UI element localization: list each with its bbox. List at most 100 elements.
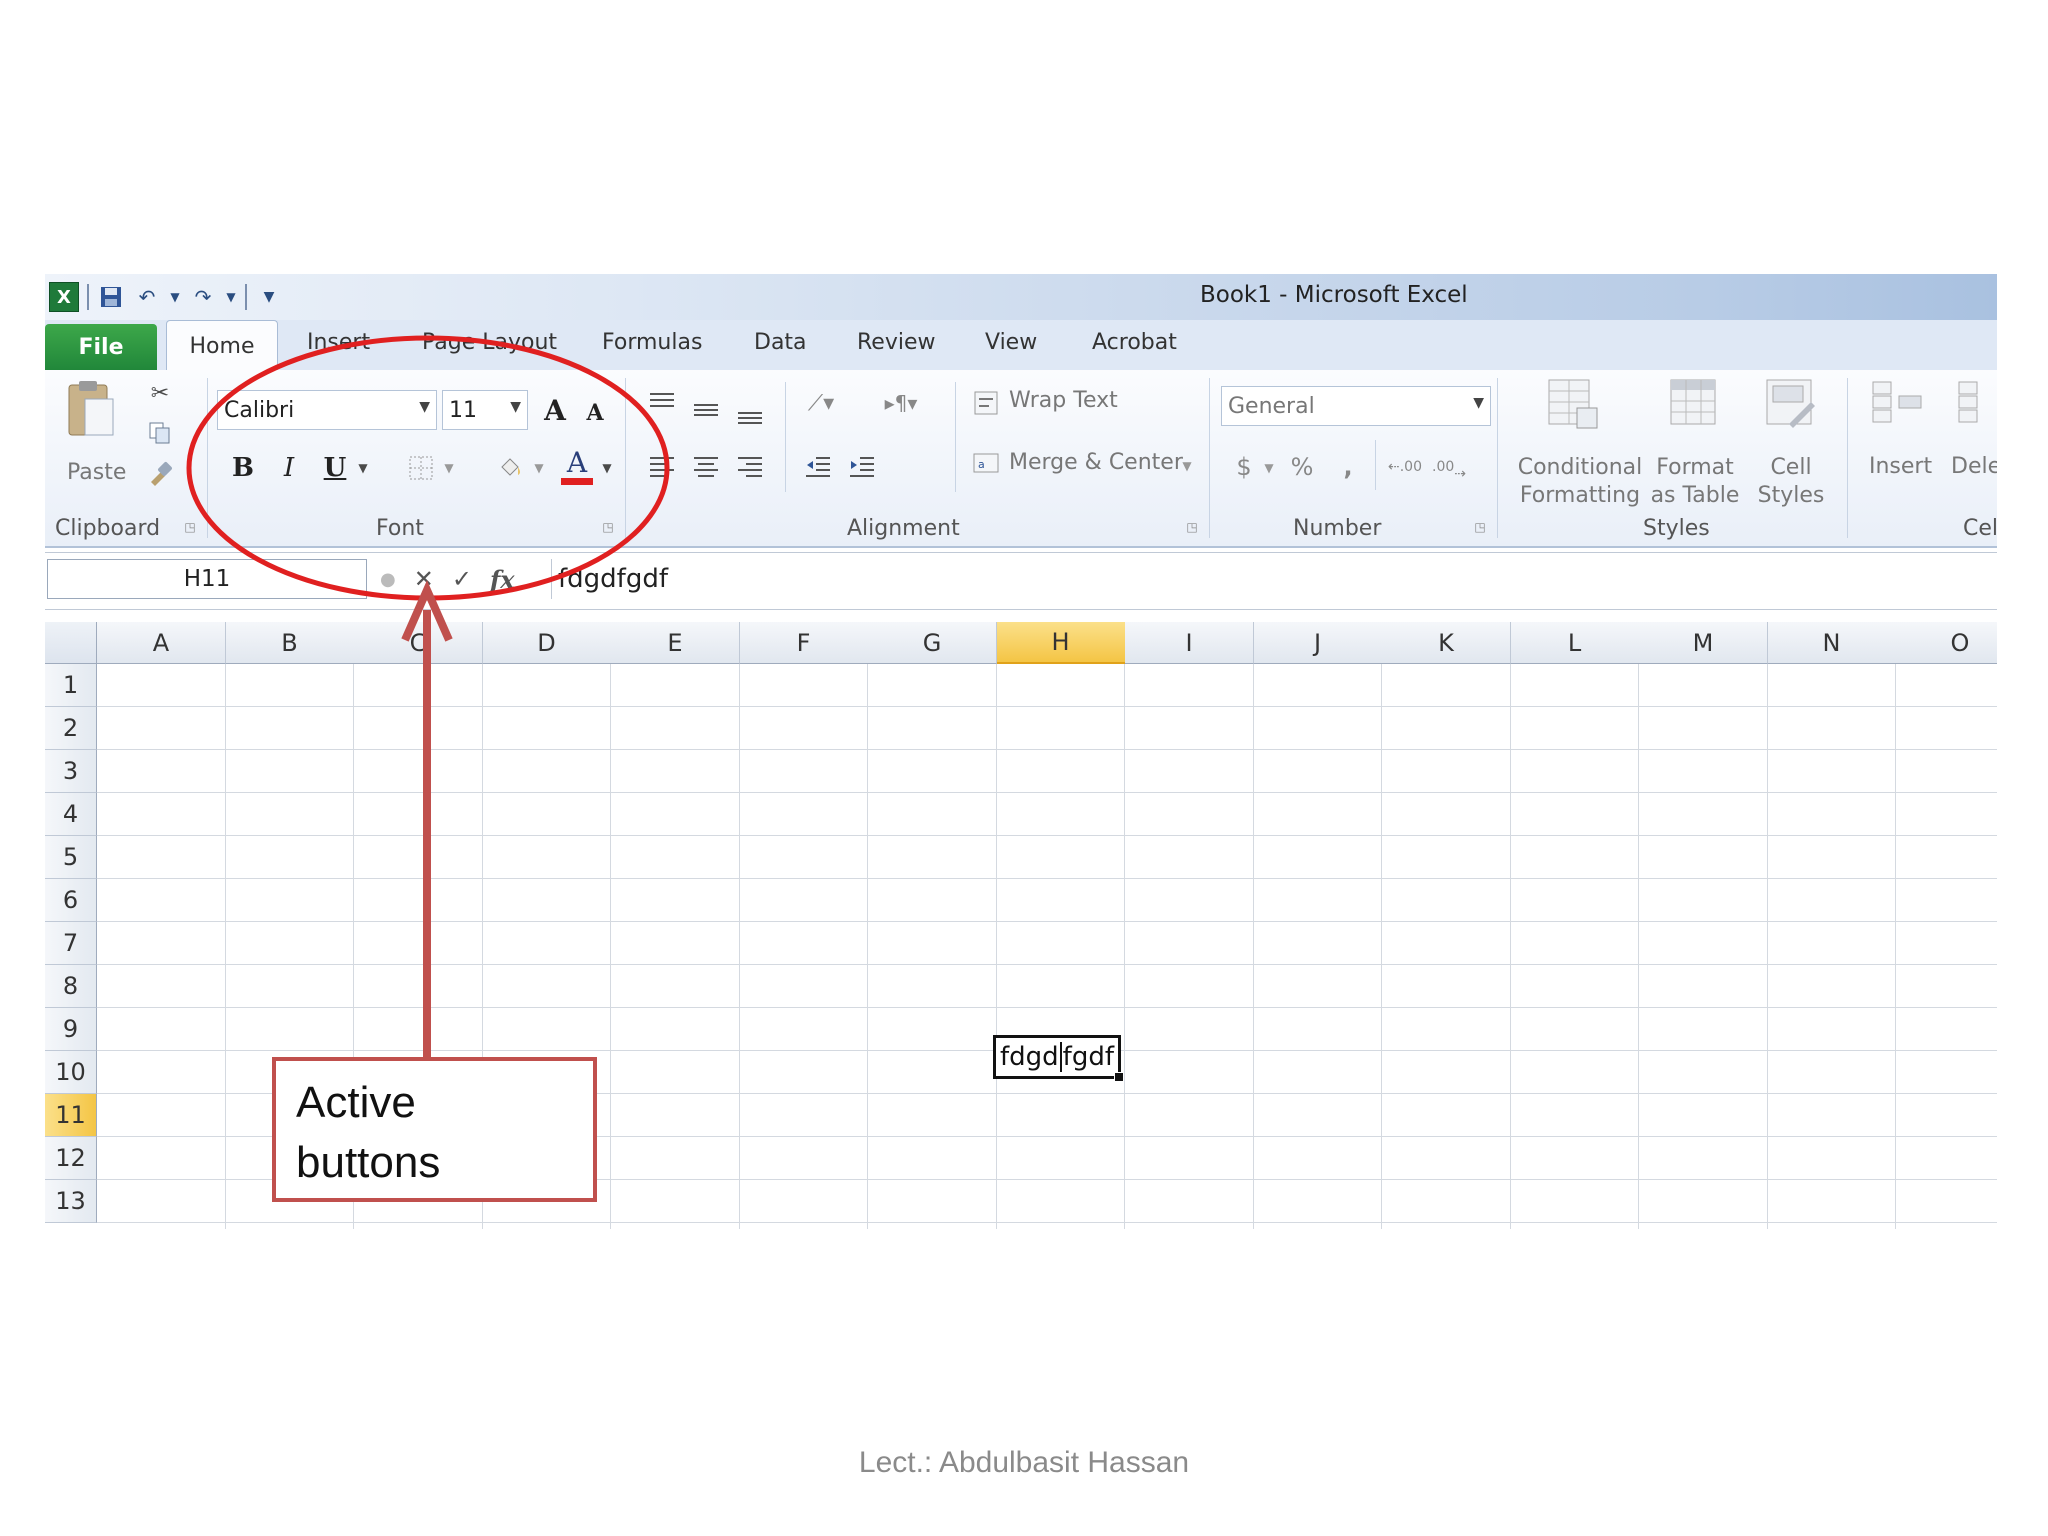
column-header-g[interactable]: G <box>868 622 997 664</box>
row-header-6[interactable]: 6 <box>45 879 97 922</box>
row-header-8[interactable]: 8 <box>45 965 97 1008</box>
conditional-formatting-label[interactable]: Conditional Formatting <box>1515 454 1645 510</box>
cell-styles-label[interactable]: Cell Styles <box>1753 454 1829 510</box>
row-header-10[interactable]: 10 <box>45 1051 97 1094</box>
insert-function-icon[interactable]: fx <box>490 565 515 594</box>
increase-decimal-button[interactable]: ⇠ .00 <box>1385 450 1425 484</box>
chevron-down-icon[interactable]: ▼ <box>1473 395 1484 411</box>
row-header-11[interactable]: 11 <box>45 1094 97 1137</box>
chevron-down-icon[interactable]: ▼ <box>419 399 430 415</box>
insert-cells-icon[interactable] <box>1867 374 1927 434</box>
fill-color-icon[interactable] <box>493 450 529 486</box>
merge-center-icon[interactable]: a <box>971 448 1001 478</box>
format-as-table-icon[interactable] <box>1665 374 1725 434</box>
excel-logo-icon[interactable]: X <box>49 282 79 312</box>
name-box[interactable]: H11 <box>47 559 367 599</box>
align-center-icon[interactable] <box>689 450 723 484</box>
customize-qat-icon[interactable]: ▼ <box>255 283 283 311</box>
column-header-h[interactable]: H <box>996 622 1126 664</box>
comma-button[interactable]: , <box>1333 450 1363 484</box>
column-header-f[interactable]: F <box>739 622 869 664</box>
chevron-down-icon[interactable]: ▼ <box>441 458 457 478</box>
font-size-combo[interactable]: 11 ▼ <box>442 390 528 430</box>
dialog-launcher-icon[interactable]: ◳ <box>1185 520 1199 534</box>
enter-entry-icon[interactable]: ✓ <box>452 565 472 593</box>
column-header-o[interactable]: O <box>1896 622 1997 664</box>
grow-font-icon[interactable]: A <box>537 390 573 430</box>
column-header-b[interactable]: B <box>225 622 355 664</box>
tab-home[interactable]: Home <box>166 320 278 372</box>
shrink-font-icon[interactable]: A <box>579 394 611 432</box>
font-name-combo[interactable]: Calibri ▼ <box>217 390 437 430</box>
undo-icon[interactable]: ↶ <box>133 283 161 311</box>
cell-styles-icon[interactable] <box>1761 374 1821 434</box>
save-icon[interactable] <box>97 283 125 311</box>
formula-resize-handle[interactable]: ● <box>380 569 396 590</box>
chevron-down-icon[interactable]: ▼ <box>510 399 521 415</box>
row-header-3[interactable]: 3 <box>45 750 97 793</box>
column-header-i[interactable]: I <box>1125 622 1254 664</box>
row-header-2[interactable]: 2 <box>45 707 97 750</box>
column-header-c[interactable]: C <box>354 622 483 664</box>
wrap-text-label[interactable]: Wrap Text <box>1009 388 1118 413</box>
row-header-12[interactable]: 12 <box>45 1137 97 1180</box>
format-painter-icon[interactable] <box>145 458 175 488</box>
dialog-launcher-icon[interactable]: ◳ <box>183 520 197 534</box>
delete-label[interactable]: Dele <box>1951 454 1997 479</box>
paste-icon[interactable] <box>63 378 119 440</box>
format-as-table-label[interactable]: Format as Table <box>1645 454 1745 510</box>
chevron-down-icon[interactable]: ▼ <box>1261 458 1277 478</box>
orientation-icon[interactable]: ⟋▾ <box>801 386 841 420</box>
row-header-4[interactable]: 4 <box>45 793 97 836</box>
chevron-down-icon[interactable]: ▼ <box>1179 456 1195 476</box>
column-header-j[interactable]: J <box>1253 622 1383 664</box>
decrease-indent-icon[interactable] <box>801 450 835 484</box>
align-bottom-icon[interactable] <box>733 396 767 430</box>
fill-handle[interactable] <box>1114 1072 1124 1082</box>
dialog-launcher-icon[interactable]: ◳ <box>1473 520 1487 534</box>
currency-button[interactable]: $ <box>1229 450 1259 484</box>
insert-label[interactable]: Insert <box>1869 454 1932 479</box>
column-header-a[interactable]: A <box>97 622 226 664</box>
tab-data[interactable]: Data <box>754 330 807 355</box>
align-right-icon[interactable] <box>733 450 767 484</box>
cut-icon[interactable]: ✂ <box>145 378 175 408</box>
row-header-1[interactable]: 1 <box>45 664 97 707</box>
column-header-k[interactable]: K <box>1382 622 1511 664</box>
row-header-9[interactable]: 9 <box>45 1008 97 1051</box>
borders-icon[interactable] <box>403 450 439 486</box>
percent-button[interactable]: % <box>1285 450 1319 484</box>
tab-page-layout[interactable]: Page Layout <box>422 330 557 355</box>
tab-insert[interactable]: Insert <box>307 330 370 355</box>
cancel-entry-icon[interactable]: ✕ <box>414 565 434 593</box>
tab-review[interactable]: Review <box>857 330 936 355</box>
italic-button[interactable]: I <box>271 450 307 486</box>
tab-file[interactable]: File <box>45 324 157 370</box>
row-header-13[interactable]: 13 <box>45 1180 97 1223</box>
text-direction-icon[interactable]: ▸¶▾ <box>881 386 921 420</box>
wrap-text-icon[interactable] <box>971 388 1001 418</box>
copy-icon[interactable] <box>145 418 175 448</box>
tab-view[interactable]: View <box>985 330 1037 355</box>
chevron-down-icon[interactable]: ▼ <box>599 458 615 478</box>
increase-indent-icon[interactable] <box>845 450 879 484</box>
align-top-icon[interactable] <box>645 386 679 420</box>
redo-icon[interactable]: ↷ <box>189 283 217 311</box>
align-middle-icon[interactable] <box>689 392 723 426</box>
column-header-m[interactable]: M <box>1639 622 1768 664</box>
column-header-n[interactable]: N <box>1767 622 1897 664</box>
select-all-corner[interactable] <box>45 622 97 664</box>
tab-formulas[interactable]: Formulas <box>602 330 702 355</box>
column-header-e[interactable]: E <box>611 622 740 664</box>
conditional-formatting-icon[interactable] <box>1543 374 1603 434</box>
decrease-decimal-button[interactable]: .00 ⇢ <box>1429 450 1469 484</box>
column-header-d[interactable]: D <box>482 622 612 664</box>
chevron-down-icon[interactable]: ▼ <box>531 458 547 478</box>
tab-acrobat[interactable]: Acrobat <box>1092 330 1177 355</box>
font-color-button[interactable]: A <box>559 446 595 486</box>
row-header-5[interactable]: 5 <box>45 836 97 879</box>
chevron-down-icon[interactable]: ▼ <box>355 458 371 478</box>
number-format-combo[interactable]: General ▼ <box>1221 386 1491 426</box>
paste-label[interactable]: Paste <box>67 460 126 485</box>
delete-cells-icon[interactable] <box>1953 374 1997 434</box>
